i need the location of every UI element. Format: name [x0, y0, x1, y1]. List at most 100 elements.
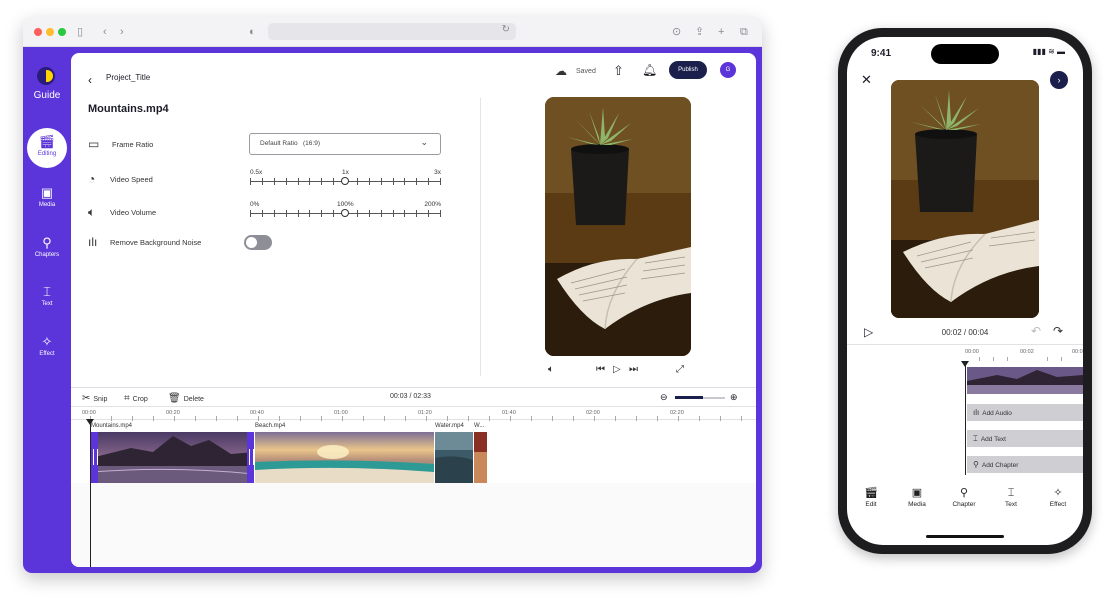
- status-time: 9:41: [871, 48, 892, 59]
- sidebar-item-chapters[interactable]: ⚲ Chapters: [27, 229, 67, 269]
- phone-nav-edit[interactable]: 🎬︎ Edit: [851, 486, 891, 510]
- slider-tick: [285, 210, 287, 217]
- ruler-tick: [699, 416, 700, 421]
- skip-forward-icon[interactable]: ⏭︎: [629, 364, 638, 375]
- slider-tick: [273, 210, 275, 217]
- timeline-divider: [71, 387, 756, 388]
- fullscreen-icon[interactable]: ⤢: [676, 364, 684, 375]
- sidebar-item-media[interactable]: ▣ Media: [27, 179, 67, 219]
- reload-icon[interactable]: ↻: [502, 24, 510, 35]
- video-volume-slider[interactable]: 0% 100% 200%: [250, 201, 441, 224]
- download-icon[interactable]: ⊙: [672, 25, 681, 39]
- ruler-tick: [153, 416, 154, 421]
- brand-name: Guide: [33, 90, 61, 101]
- mountains-thumbnail: [91, 432, 254, 483]
- share-icon[interactable]: ⇪: [695, 25, 704, 39]
- upload-icon[interactable]: ⇧: [613, 63, 624, 79]
- minimize-window-button[interactable]: [46, 28, 54, 36]
- timeline-playhead[interactable]: [86, 419, 94, 567]
- phone-frame: 9:41 ▮▮▮ ≋ ▬ ✕ › ▷ 00:02 / 00:04 ↶ ↷ 00:…: [838, 28, 1092, 554]
- video-speed-slider[interactable]: 0.5x 1x 3x: [250, 169, 441, 192]
- zoom-out-icon[interactable]: ⊖: [660, 392, 668, 403]
- clip-label: Beach.mp4: [255, 423, 286, 429]
- ruler-tick: [573, 416, 574, 421]
- zoom-in-icon[interactable]: ⊕: [730, 392, 738, 403]
- sidebar-item-text[interactable]: ⌶ Text: [27, 278, 67, 318]
- skip-back-icon[interactable]: ⏮︎: [596, 364, 605, 375]
- close-icon[interactable]: ✕: [861, 72, 872, 88]
- clip-mountains[interactable]: [91, 432, 254, 483]
- new-tab-icon[interactable]: +: [718, 25, 724, 39]
- phone-video-preview[interactable]: [891, 80, 1039, 318]
- slider-tick: [285, 178, 287, 185]
- sidebar-item-effect[interactable]: ✧ Effect: [27, 328, 67, 368]
- video-preview[interactable]: [545, 97, 691, 356]
- avatar[interactable]: G: [720, 62, 736, 78]
- address-bar[interactable]: ↻: [268, 23, 516, 40]
- ruler-tick: [342, 416, 343, 421]
- volume-icon[interactable]: 🔈︎: [548, 364, 554, 375]
- ruler-tick: [300, 416, 301, 421]
- back-arrow-icon[interactable]: ‹: [88, 73, 92, 87]
- close-window-button[interactable]: [34, 28, 42, 36]
- phone-nav-chapter[interactable]: ⚲ Chapter: [944, 486, 984, 510]
- clip-beach[interactable]: [255, 432, 434, 483]
- remove-noise-toggle[interactable]: [244, 235, 272, 250]
- ruler-tick: [720, 416, 721, 421]
- browser-window: ▯ ‹ › ◐ ↻ ⊙ ⇪ + ⧉ Guide 🎬︎ Editing ▣ Med…: [23, 17, 762, 573]
- editor-panel: ‹ Project_Title ☁ Saved ⇧ 🔔︎ Publish G M…: [71, 53, 756, 567]
- ruler-tick: [657, 416, 658, 421]
- forward-arrow-icon[interactable]: ›: [120, 25, 124, 39]
- slider-tick: [368, 210, 370, 217]
- zoom-slider[interactable]: [675, 396, 725, 399]
- slider-tick: [440, 210, 441, 217]
- clip-fourth[interactable]: [474, 432, 487, 483]
- undo-icon[interactable]: ↶: [1031, 324, 1041, 338]
- slider-tick: [250, 178, 251, 185]
- ruler-tick: [510, 416, 511, 421]
- video-volume-label: Video Volume: [110, 208, 157, 217]
- phone-playhead[interactable]: [961, 361, 969, 475]
- ruler-tick: [447, 416, 448, 421]
- mountains-thumbnail: [967, 367, 1083, 394]
- phone-nav-text[interactable]: ⌶ Text: [991, 486, 1031, 510]
- publish-button[interactable]: Publish: [669, 61, 707, 79]
- back-arrow-icon[interactable]: ‹: [103, 25, 107, 39]
- bell-icon[interactable]: 🔔︎: [642, 63, 657, 77]
- slider-mid-label: 100%: [337, 201, 354, 208]
- clip-water[interactable]: [435, 432, 473, 483]
- clapperboard-icon: 🎬︎: [864, 487, 878, 499]
- slider-thumb[interactable]: [341, 209, 349, 217]
- clip-trim-handle-right[interactable]: [247, 432, 254, 483]
- slider-tick: [297, 178, 299, 185]
- plant-and-book-image: [891, 80, 1039, 318]
- redo-icon[interactable]: ↷: [1053, 324, 1063, 338]
- ruler-tick: [216, 416, 217, 421]
- sidebar-item-editing[interactable]: 🎬︎ Editing: [27, 128, 67, 168]
- tabs-overview-icon[interactable]: ⧉: [740, 25, 748, 39]
- phone-nav-media[interactable]: ▣ Media: [897, 486, 937, 510]
- sidebar-item-label: Media: [38, 202, 56, 208]
- slider-thumb[interactable]: [341, 177, 349, 185]
- image-icon: ▣: [40, 185, 54, 200]
- next-button[interactable]: ›: [1050, 71, 1068, 89]
- sidebar-toggle-icon[interactable]: ▯: [77, 25, 83, 39]
- snip-button[interactable]: ✂ Snip: [82, 393, 107, 404]
- delete-button[interactable]: 🗑︎ Delete: [168, 393, 204, 404]
- ruler-tick: [1007, 357, 1008, 361]
- shield-icon[interactable]: ◐: [249, 25, 256, 39]
- phone-nav-effect[interactable]: ✧ Effect: [1038, 486, 1078, 510]
- slider-tick: [273, 178, 275, 185]
- play-icon[interactable]: ▷: [613, 364, 621, 375]
- timeline-ruler: 00:00 00:20 00:40 01:00 01:20 01:40 02:00 02:20: [71, 406, 756, 421]
- clip-trim-handle-left[interactable]: [91, 432, 98, 483]
- add-audio-track[interactable]: ılı Add Audio: [967, 404, 1083, 421]
- phone-clip[interactable]: [967, 367, 1083, 394]
- ruler-tick: [741, 416, 742, 421]
- maximize-window-button[interactable]: [58, 28, 66, 36]
- slider-tick: [428, 210, 430, 217]
- add-chapter-track[interactable]: ⚲ Add Chapter: [967, 456, 1083, 473]
- crop-button[interactable]: ⌗ Crop: [124, 393, 148, 404]
- frame-ratio-select[interactable]: Default Ratio (16:9) ⌄: [249, 133, 441, 155]
- add-text-track[interactable]: ⌶ Add Text: [967, 430, 1083, 447]
